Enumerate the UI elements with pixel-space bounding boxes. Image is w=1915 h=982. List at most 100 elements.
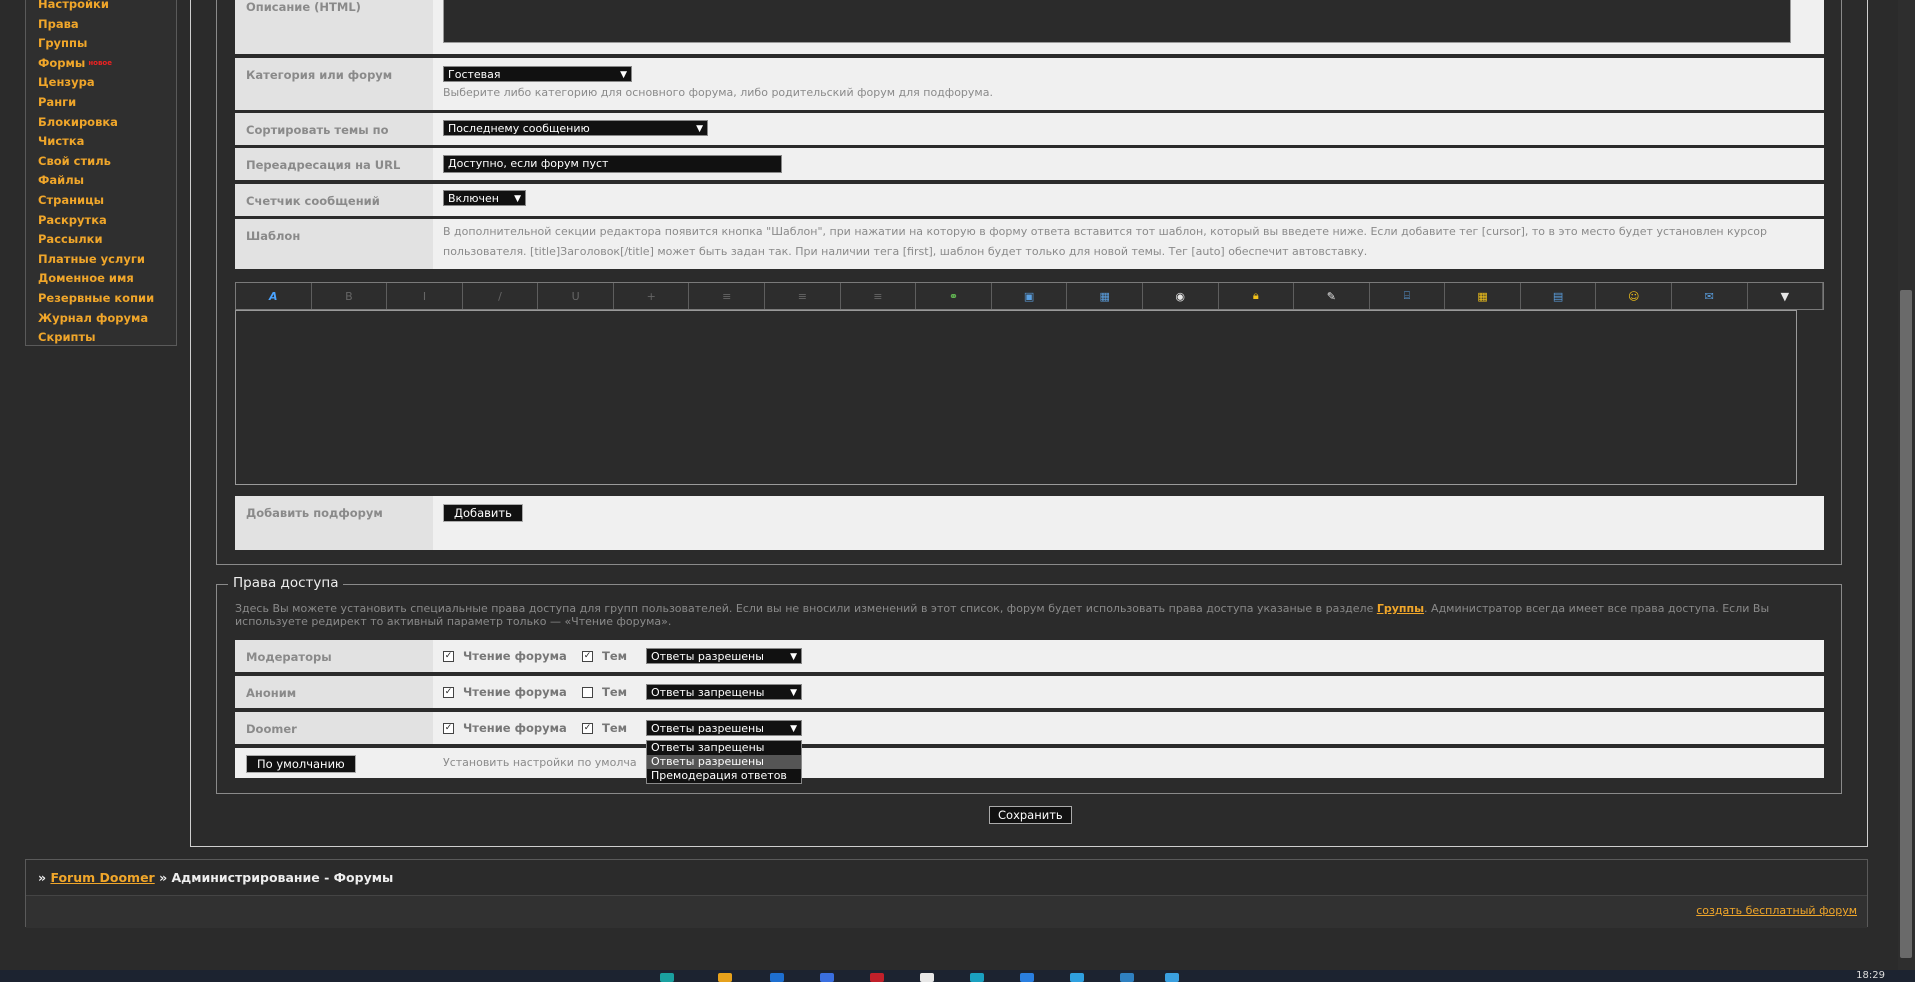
italic-icon[interactable]: I [387,283,463,309]
forum-home-link[interactable]: Forum Doomer [50,870,154,885]
scrollbar-thumb[interactable] [1900,290,1912,958]
sort-label: Сортировать темы по [235,113,433,145]
redirect-label: Переадресация на URL [235,148,433,180]
breadcrumb: » Forum Doomer » Администрирование - Фор… [25,859,1868,928]
quote-icon[interactable]: ✎ [1294,283,1370,309]
sidebar-item-scripts[interactable]: Скрипты [38,328,176,348]
sidebar-item-censor[interactable]: Цензура [38,73,176,93]
sidebar-item-mailings[interactable]: Рассылки [38,230,176,250]
category-label: Категория или форум [235,58,433,110]
access-legend: Права доступа [228,575,344,591]
sidebar-item-label: Формы [38,55,86,70]
sidebar-item-forum-log[interactable]: Журнал форума [38,309,176,329]
sidebar-item-forms[interactable]: Формы новое [38,54,176,74]
table-icon[interactable]: ▦ [1445,283,1521,309]
spoiler-icon[interactable]: ▤ [1521,283,1597,309]
counter-select[interactable]: Включен ▼ [443,190,526,206]
create-free-forum-link[interactable]: создать бесплатный форум [1696,904,1857,917]
new-badge: новое [88,58,112,67]
sidebar-item-promotion[interactable]: Раскрутка [38,211,176,231]
editor-toolbar: A B I / U + ≡ ≡ ≡ ⚭ ▣ ▦ ◉ 🔒︎ ✎ ⌸ ▦ ▤ ☺ ✉… [235,282,1824,310]
dropdown-option[interactable]: Ответы запрещены [647,741,801,755]
sidebar-item-bans[interactable]: Блокировка [38,113,176,133]
sort-select[interactable]: Последнему сообщению ▼ [443,120,708,136]
browser-icon[interactable] [870,973,884,982]
replies-select[interactable]: Ответы разрешены ▼ [646,720,802,736]
app-icon[interactable] [920,973,934,982]
save-button[interactable]: Сохранить [989,806,1072,824]
default-row: Установить настройки по умолча [235,748,1824,778]
add-subforum-button[interactable]: Добавить [443,504,523,522]
app-icon[interactable] [1120,973,1134,982]
code-icon[interactable]: ⌸ [1370,283,1446,309]
underline-icon[interactable]: / [463,283,539,309]
sidebar-item-custom-style[interactable]: Свой стиль [38,152,176,172]
breadcrumb-line: » Forum Doomer » Администрирование - Фор… [38,870,394,885]
category-select[interactable]: Гостевая ▼ [443,66,632,82]
chevron-down-icon: ▼ [790,652,797,662]
align-left-icon[interactable]: + [614,283,690,309]
chevron-down-icon: ▼ [790,724,797,734]
group-name: Аноним [235,676,433,708]
topics-checkbox[interactable]: ✓ [582,651,593,662]
redirect-url-input[interactable]: Доступно, если форум пуст [443,155,782,173]
chevron-down-icon: ▼ [790,688,797,698]
link-icon[interactable]: ⚭ [916,283,992,309]
sidebar-item-paid-services[interactable]: Платные услуги [38,250,176,270]
groups-link[interactable]: Группы [1377,602,1424,615]
read-checkbox[interactable]: ✓ [443,651,454,662]
footer-bar [26,895,1867,928]
lock-icon[interactable]: 🔒︎ [1219,283,1295,309]
sidebar-item-groups[interactable]: Группы [38,34,176,54]
dropdown-option-selected[interactable]: Ответы разрешены [647,755,801,769]
app-icon[interactable] [770,973,784,982]
folder-icon[interactable] [718,973,732,982]
sidebar-item-pages[interactable]: Страницы [38,191,176,211]
current-page: » Администрирование - Форумы [154,870,394,885]
topics-checkbox[interactable]: ✓ [582,723,593,734]
video-icon[interactable]: ◉ [1143,283,1219,309]
app-icon[interactable] [1020,973,1034,982]
bold-icon[interactable]: B [312,283,388,309]
list-icon[interactable]: ≡ [841,283,917,309]
sidebar-item-cleanup[interactable]: Чистка [38,132,176,152]
description-textarea[interactable] [443,0,1791,43]
topics-checkbox[interactable] [582,687,593,698]
chevron-down-icon: ▼ [620,70,627,80]
image-icon[interactable]: ▣ [992,283,1068,309]
replies-select[interactable]: Ответы разрешены ▼ [646,648,802,664]
read-label: Чтение форума [463,721,567,735]
media-icon[interactable]: ▦ [1067,283,1143,309]
default-button[interactable]: По умолчанию [246,755,356,773]
topics-label: Тем [602,649,628,663]
replies-select[interactable]: Ответы запрещены ▼ [646,684,802,700]
replies-dropdown-list: Ответы запрещены Ответы разрешены Премод… [646,740,802,784]
sidebar-item-domain[interactable]: Доменное имя [38,269,176,289]
sidebar-item-ranks[interactable]: Ранги [38,93,176,113]
font-icon[interactable]: A [236,283,312,309]
more-icon[interactable]: ▼ [1748,283,1824,309]
topics-label: Тем [602,685,628,699]
app-icon[interactable] [660,973,674,982]
group-name: Doomer [235,712,433,744]
sidebar-item-settings[interactable]: Настройки [38,0,176,15]
align-center-icon[interactable]: ≡ [689,283,766,309]
template-editor[interactable] [235,310,1797,485]
topics-label: Тем [602,721,628,735]
read-checkbox[interactable]: ✓ [443,723,454,734]
align-right-icon[interactable]: ≡ [765,283,841,309]
default-hint: Установить настройки по умолча [443,756,637,769]
app-icon[interactable] [970,973,984,982]
read-checkbox[interactable]: ✓ [443,687,454,698]
dropdown-option[interactable]: Премодерация ответов [647,769,801,783]
strike-icon[interactable]: U [538,283,614,309]
template-hint: В дополнительной секции редактора появит… [443,225,1767,258]
app-icon[interactable] [1070,973,1084,982]
sidebar-item-rights[interactable]: Права [38,15,176,35]
smile-icon[interactable]: ☺ [1596,283,1672,309]
sidebar-item-backups[interactable]: Резервные копии [38,289,176,309]
message-icon[interactable]: ✉ [1672,283,1748,309]
sidebar-item-files[interactable]: Файлы [38,171,176,191]
app-icon[interactable] [1165,973,1179,982]
app-icon[interactable] [820,973,834,982]
